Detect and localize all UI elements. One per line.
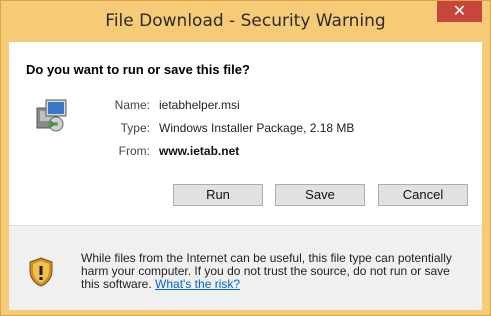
run-button[interactable]: Run — [173, 184, 263, 206]
cancel-button[interactable]: Cancel — [378, 184, 468, 206]
title-bar[interactable]: File Download - Security Warning ✕ — [1, 1, 490, 42]
type-label: Type: — [120, 121, 150, 135]
warning-message: While files from the Internet can be use… — [81, 252, 471, 291]
from-label: From: — [118, 144, 150, 158]
name-label: Name: — [114, 98, 150, 112]
close-button[interactable]: ✕ — [437, 1, 482, 22]
warning-text: While files from the Internet can be use… — [81, 251, 452, 291]
file-name: ietabhelper.msi — [159, 98, 240, 112]
save-button[interactable]: Save — [275, 184, 365, 206]
dialog-body: Do you want to run or save this file? Na… — [9, 42, 482, 310]
installer-package-icon — [36, 99, 67, 132]
window-title: File Download - Security Warning — [105, 11, 386, 31]
security-warning-dialog: File Download - Security Warning ✕ Do yo… — [0, 0, 491, 316]
file-type: Windows Installer Package, 2.18 MB — [159, 121, 355, 135]
security-shield-icon — [29, 257, 53, 287]
dialog-question: Do you want to run or save this file? — [26, 62, 250, 77]
file-source: www.ietab.net — [159, 144, 240, 158]
whats-the-risk-link[interactable]: What's the risk? — [155, 277, 240, 291]
